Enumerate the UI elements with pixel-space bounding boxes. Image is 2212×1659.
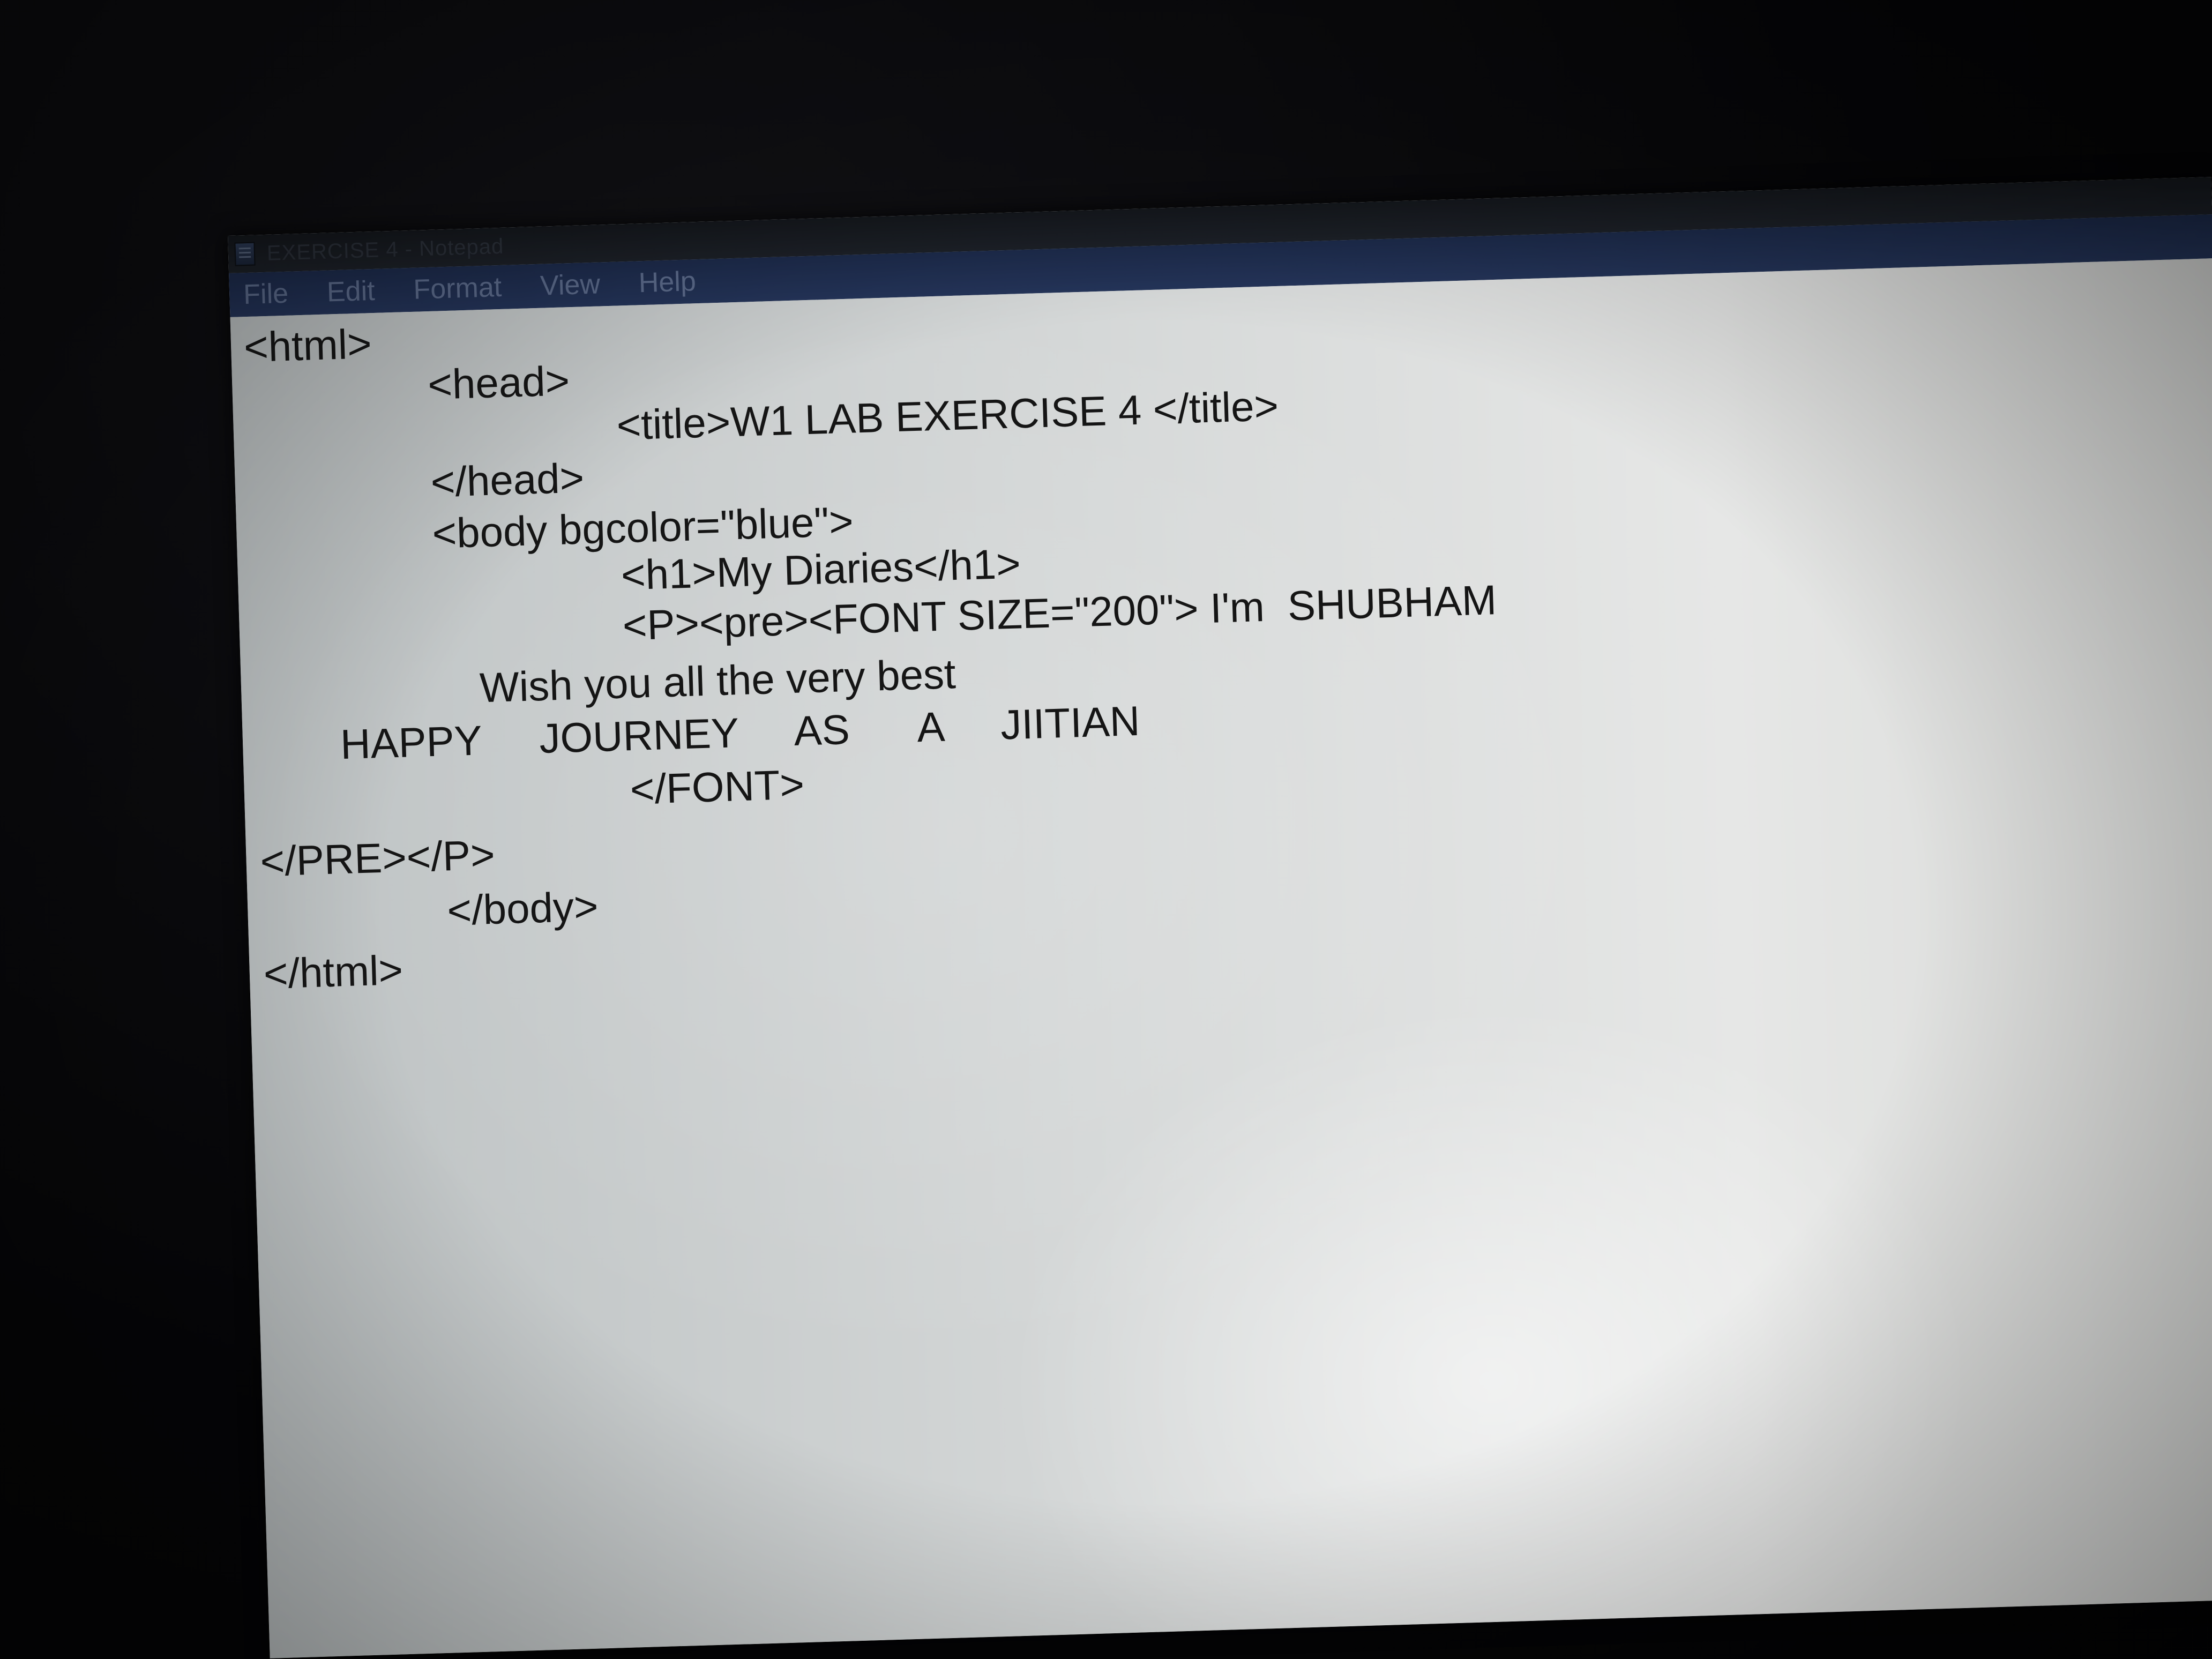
text-editor-area[interactable]: <html> <head> <title>W1 LAB EXERCISE 4 <… bbox=[230, 258, 2212, 1658]
notepad-icon bbox=[234, 242, 256, 266]
code-line: Wish you all the very best bbox=[479, 650, 956, 712]
code-line: </body> bbox=[446, 883, 599, 935]
notepad-window: EXERCISE 4 - Notepad File Edit Format Vi… bbox=[228, 177, 2212, 1658]
code-line: <h1>My Diaries</h1> bbox=[620, 540, 1021, 599]
menu-edit[interactable]: Edit bbox=[326, 275, 375, 309]
code-line: </html> bbox=[263, 946, 404, 998]
code-line: <head> bbox=[427, 357, 571, 409]
photo-scene: EXERCISE 4 - Notepad File Edit Format Vi… bbox=[0, 0, 2212, 1659]
menu-file[interactable]: File bbox=[243, 278, 289, 311]
window-title: EXERCISE 4 - Notepad bbox=[266, 234, 504, 265]
code-line: </PRE></P> bbox=[259, 831, 496, 885]
code-line: <title>W1 LAB EXERCISE 4 </title> bbox=[616, 382, 1280, 449]
menu-format[interactable]: Format bbox=[413, 271, 502, 306]
menu-view[interactable]: View bbox=[540, 268, 601, 302]
code-line: </FONT> bbox=[629, 760, 805, 813]
code-line: HAPPY JOURNEY AS A JIITIAN bbox=[339, 697, 1141, 768]
code-line: </head> bbox=[430, 454, 585, 506]
menu-help[interactable]: Help bbox=[638, 265, 697, 299]
code-line: <html> bbox=[243, 320, 372, 371]
